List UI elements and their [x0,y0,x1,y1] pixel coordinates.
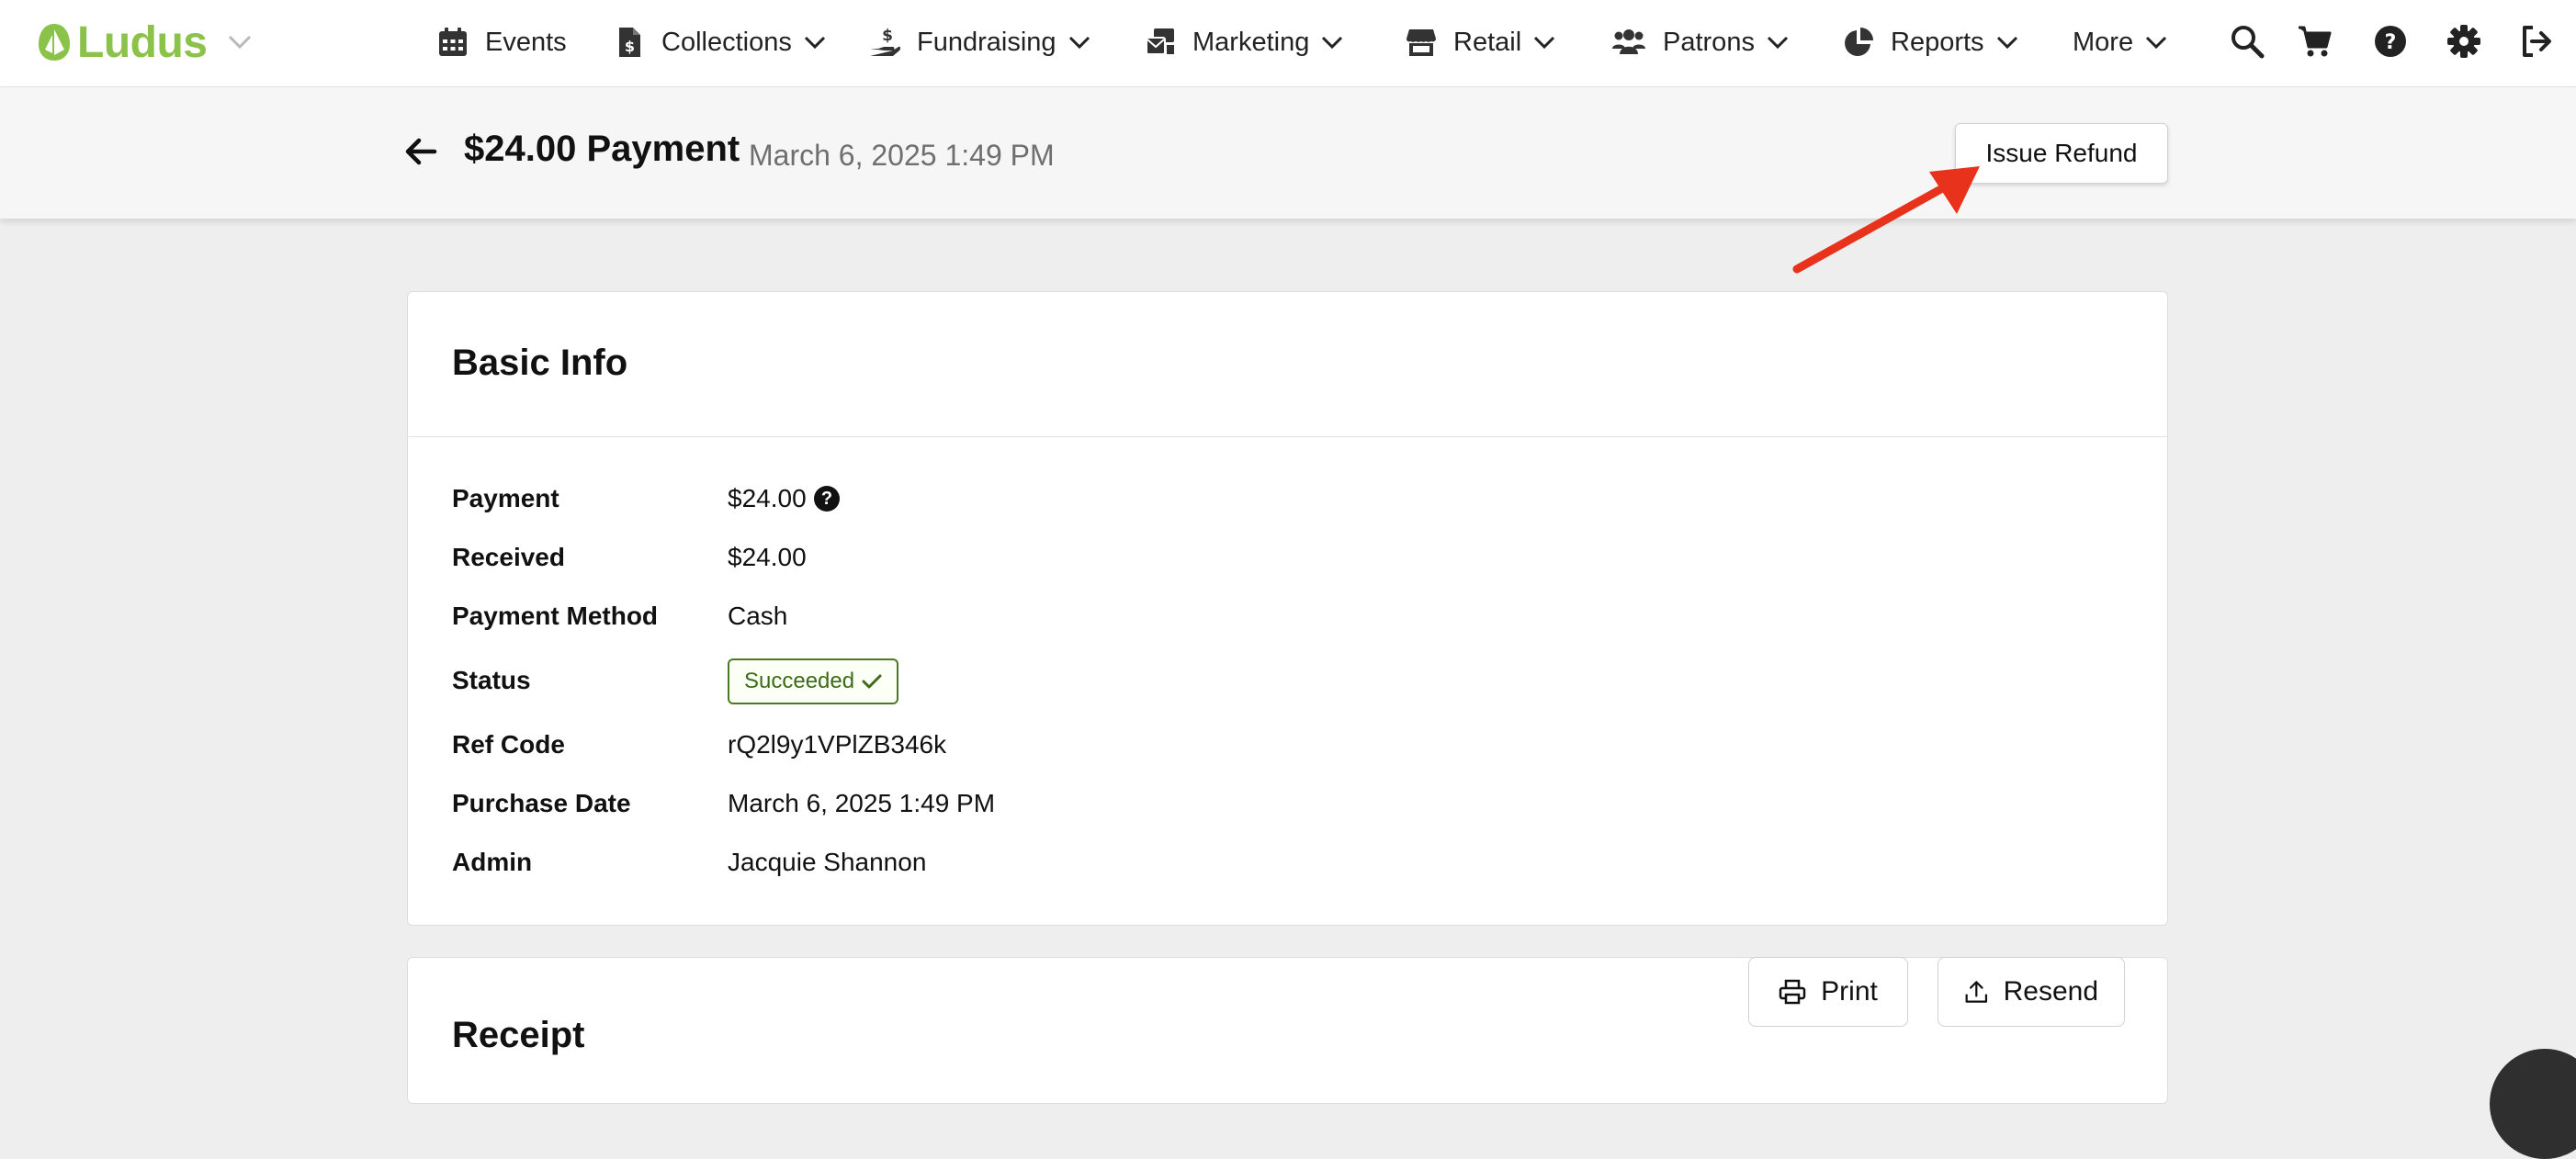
nav-reports[interactable]: Reports [1843,18,2019,66]
chevron-down-icon [1534,36,1555,50]
purchase-date-label: Purchase Date [452,789,631,817]
hand-dollar-icon: $ [870,27,900,56]
chevron-down-icon [1996,36,2017,50]
status-label: Status [452,666,531,694]
nav-marketing-label: Marketing [1192,27,1310,57]
received-label: Received [452,543,565,571]
receipt-title: Receipt [452,1015,585,1055]
svg-text:?: ? [2385,31,2397,54]
store-icon [1407,29,1436,56]
payment-method-value: Cash [728,602,788,630]
gear-icon[interactable] [2446,23,2482,60]
nav-retail-label: Retail [1453,27,1522,57]
purchase-date-value: March 6, 2025 1:49 PM [728,789,996,817]
print-label: Print [1821,976,1878,1007]
back-arrow-icon[interactable] [404,135,437,168]
nav-patrons-label: Patrons [1663,27,1755,57]
card-divider [408,436,2167,437]
chevron-down-icon [804,36,825,50]
svg-text:$: $ [882,27,893,45]
top-navigation-bar: Ludus Events $ Collections $ Fundraising… [0,0,2576,87]
resend-button[interactable]: Resend [1938,957,2125,1027]
nav-retail[interactable]: Retail [1406,18,1556,66]
chat-widget-button[interactable] [2490,1049,2576,1159]
document-dollar-icon: $ [619,28,640,57]
logout-icon[interactable] [2519,23,2556,60]
mail-bulk-icon [1146,28,1174,55]
nav-fundraising[interactable]: $ Fundraising [869,18,1091,66]
brand-name: Ludus [77,17,208,67]
nav-patrons[interactable]: Patrons [1611,18,1790,66]
status-badge: Succeeded [728,658,899,704]
nav-collections-label: Collections [661,27,792,57]
chevron-down-icon [1322,36,1343,50]
received-value: $24.00 [728,543,807,571]
payment-help-icon[interactable]: ? [814,486,840,512]
calendar-icon [439,28,467,56]
help-icon[interactable]: ? [2372,23,2409,60]
payment-value: $24.00 [728,484,807,512]
nav-collections[interactable]: $ Collections [614,18,827,66]
status-value: Succeeded [744,669,855,693]
nav-more[interactable]: More [2073,18,2168,66]
chevron-down-icon [1068,36,1090,50]
svg-text:$: $ [625,38,635,55]
chevron-down-icon [2146,36,2167,50]
page-header: $24.00 Payment March 6, 2025 1:49 PM Iss… [0,87,2576,219]
nav-events[interactable]: Events [437,18,567,66]
ref-code-value: rQ2l9y1VPlZB346k [728,730,947,759]
admin-label: Admin [452,848,533,876]
brand-menu[interactable]: Ludus [37,17,253,68]
chevron-down-icon [1767,36,1789,50]
users-icon [1612,29,1645,54]
nav-fundraising-label: Fundraising [917,27,1056,57]
resend-label: Resend [2003,976,2098,1007]
nav-marketing[interactable]: Marketing [1145,18,1344,66]
upload-icon [1965,981,1988,1003]
cart-icon[interactable] [2297,23,2333,60]
printer-icon [1779,979,1806,1005]
ludus-logo-icon [39,24,70,61]
check-icon [862,674,882,689]
basic-info-title: Basic Info [452,343,628,383]
print-button[interactable]: Print [1748,957,1908,1027]
payment-label: Payment [452,484,559,512]
nav-reports-label: Reports [1891,27,1984,57]
annotation-arrow-icon [1792,166,1980,274]
admin-value: Jacquie Shannon [728,848,927,876]
nav-events-label: Events [485,27,567,57]
ref-code-label: Ref Code [452,730,565,759]
payment-method-label: Payment Method [452,602,659,630]
pie-chart-icon [1845,28,1873,56]
payment-datetime: March 6, 2025 1:49 PM [749,139,1055,172]
page-title: $24.00 Payment [464,129,740,169]
basic-info-card: Basic Info Payment $24.00 ? Received $24… [407,291,2168,926]
search-icon[interactable] [2229,23,2265,60]
nav-more-label: More [2073,27,2134,57]
chevron-down-icon [229,35,252,50]
receipt-card: Receipt Print Resend [407,957,2168,1104]
